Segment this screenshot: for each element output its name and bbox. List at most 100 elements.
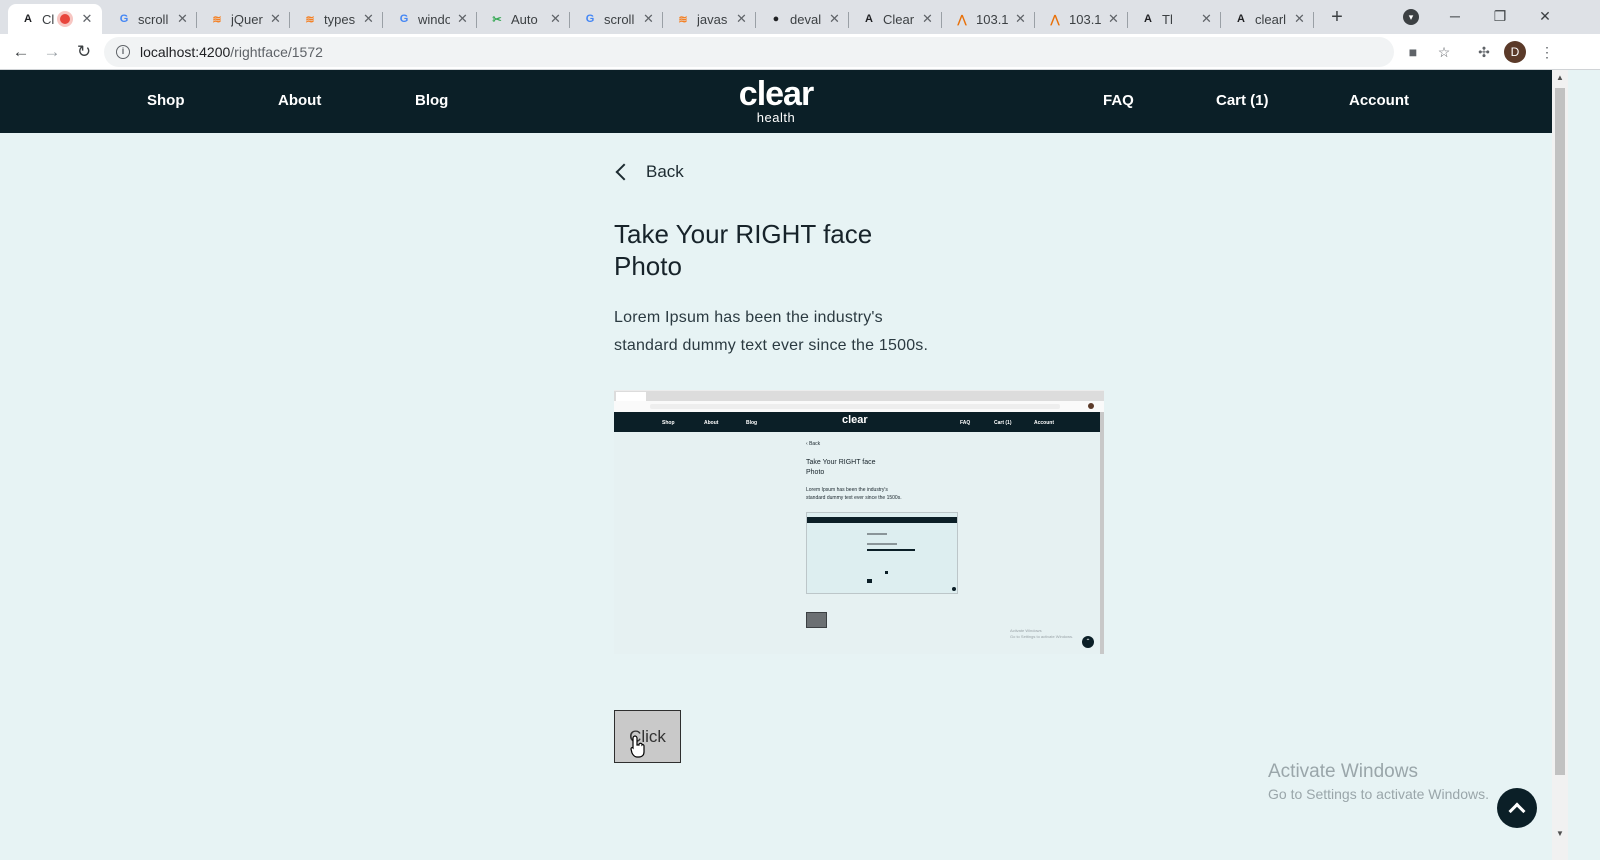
browser-menu-icon[interactable]: ⋮ — [1536, 41, 1558, 63]
browser-tab[interactable]: ⋀ 103.1 ✕ — [942, 4, 1035, 34]
tab-close-icon[interactable]: ✕ — [1107, 11, 1120, 27]
bookmark-star-icon[interactable]: ☆ — [1433, 41, 1455, 63]
browser-tab[interactable]: Gscroll ✕ — [570, 4, 663, 34]
tab-close-icon[interactable]: ✕ — [1200, 11, 1213, 27]
tool-icon: ✂ — [492, 13, 502, 26]
preview-tabs-graphic — [614, 391, 1104, 412]
tab-close-icon[interactable]: ✕ — [549, 11, 562, 27]
scroll-up-arrow-icon[interactable]: ▲ — [1552, 70, 1568, 86]
preview-back: ‹ Back — [806, 441, 821, 447]
tab-title: scroll — [138, 11, 169, 27]
browser-tab[interactable]: ✂ Auto ✕ — [477, 4, 570, 34]
pma-icon: ⋀ — [1050, 13, 1060, 26]
stackoverflow-icon: ≋ — [212, 13, 222, 26]
tab-close-icon[interactable]: ✕ — [269, 11, 282, 27]
tab-title: Tl — [1162, 11, 1173, 27]
preview-nav-account: Account — [1034, 420, 1054, 426]
tab-close-icon[interactable]: ✕ — [176, 11, 189, 27]
tab-close-icon[interactable]: ✕ — [456, 11, 469, 27]
forward-arrow-icon[interactable]: → — [40, 40, 64, 64]
tab-title: Cl — [42, 11, 55, 27]
browser-tab[interactable]: Gwindo ✕ — [384, 4, 477, 34]
new-tab-button[interactable]: + — [1326, 6, 1348, 28]
address-bar[interactable]: i localhost:4200/rightface/1572 — [104, 37, 1394, 67]
tab-title: devall — [790, 11, 822, 27]
site-header: Shop About Blog clear health FAQ Cart (1… — [0, 70, 1552, 133]
angular-icon: A — [24, 13, 32, 25]
back-link[interactable]: Back — [612, 162, 684, 182]
page-description: Lorem Ipsum has been the industry's stan… — [614, 309, 929, 354]
tab-search-icon[interactable]: ▾ — [1403, 9, 1419, 25]
google-icon: G — [119, 13, 129, 25]
logo-wordmark: clear — [738, 75, 814, 113]
tab-close-icon[interactable]: ✕ — [362, 11, 375, 27]
google-icon: G — [399, 13, 409, 25]
angular-icon: A — [1144, 13, 1152, 25]
tab-close-icon[interactable]: ✕ — [1014, 11, 1027, 27]
page-scrollbar[interactable]: ▲ ▼ — [1552, 70, 1568, 860]
scroll-thumb[interactable] — [1555, 88, 1565, 775]
tab-close-icon[interactable]: ✕ — [828, 11, 841, 27]
browser-tab[interactable]: ≋ types ✕ — [290, 4, 383, 34]
tab-separator — [382, 12, 383, 28]
preview-nav-faq: FAQ — [960, 420, 971, 426]
preview-nav-shop: Shop — [662, 420, 675, 426]
tab-close-icon[interactable]: ✕ — [921, 11, 934, 27]
tab-title: windo — [418, 11, 450, 27]
captured-photo-preview: Shop About Blog clear FAQ Cart (1) Accou… — [614, 390, 1104, 654]
profile-avatar[interactable]: D — [1504, 41, 1526, 63]
scroll-to-top-button[interactable] — [1497, 788, 1537, 828]
tab-close-icon[interactable]: ✕ — [80, 11, 94, 27]
browser-tab[interactable]: A Cl ✕ — [8, 4, 102, 34]
scroll-down-arrow-icon[interactable]: ▼ — [1552, 826, 1568, 842]
site-info-icon[interactable]: i — [116, 45, 130, 59]
browser-tab[interactable]: A Tl ✕ — [1128, 4, 1221, 34]
browser-tab[interactable]: ≋ javas ✕ — [663, 4, 756, 34]
windows-activation-watermark: Activate Windows Go to Settings to activ… — [1268, 760, 1489, 804]
nav-about[interactable]: About — [278, 92, 321, 109]
nav-cart[interactable]: Cart (1) — [1216, 92, 1269, 109]
reload-icon[interactable]: ↻ — [72, 40, 96, 64]
preview-nested-screenshot — [806, 512, 958, 594]
pma-icon: ⋀ — [957, 13, 967, 26]
tab-title: 103.1 — [1069, 11, 1101, 27]
nav-blog[interactable]: Blog — [415, 92, 448, 109]
nav-faq[interactable]: FAQ — [1103, 92, 1134, 109]
github-icon: ● — [772, 13, 780, 25]
browser-tab[interactable]: ● devall ✕ — [756, 4, 849, 34]
nav-account[interactable]: Account — [1349, 92, 1409, 109]
camera-icon[interactable]: ■ — [1402, 41, 1424, 63]
activate-title: Activate Windows — [1268, 761, 1418, 782]
minimize-icon[interactable]: ─ — [1440, 4, 1470, 28]
hand-cursor-icon — [630, 735, 645, 758]
tab-close-icon[interactable]: ✕ — [642, 11, 655, 27]
tab-close-icon[interactable]: ✕ — [1293, 11, 1306, 27]
browser-tab[interactable]: Aclearl ✕ — [1221, 4, 1314, 34]
stackoverflow-icon: ≋ — [678, 13, 688, 26]
preview-nav-about: About — [704, 420, 719, 426]
back-arrow-icon[interactable]: ← — [9, 40, 33, 64]
angular-icon: A — [1237, 13, 1245, 25]
click-button[interactable]: Click — [614, 710, 681, 763]
preview-browser-chrome — [614, 390, 1104, 412]
angular-icon: A — [865, 13, 873, 25]
browser-tab[interactable]: ⋀ 103.1 ✕ — [1035, 4, 1128, 34]
browser-tab[interactable]: ≋ jQuer ✕ — [197, 4, 290, 34]
recording-indicator-icon — [60, 14, 70, 24]
site-logo[interactable]: clear health — [718, 76, 834, 124]
restore-icon[interactable]: ❐ — [1485, 4, 1515, 28]
tab-close-icon[interactable]: ✕ — [735, 11, 748, 27]
page-title: Take Your RIGHT face Photo — [614, 219, 873, 281]
browser-tab[interactable]: Gscroll ✕ — [104, 4, 197, 34]
nav-shop[interactable]: Shop — [147, 92, 185, 109]
preview-activate-watermark: Activate Windows Go to Settings to activ… — [1010, 628, 1074, 639]
preview-desc-line1: Lorem Ipsum has been the industry's — [806, 487, 888, 493]
window-close-icon[interactable]: ✕ — [1530, 4, 1560, 28]
browser-toolbar: ← → ↻ i localhost:4200/rightface/1572 ■ … — [0, 34, 1600, 70]
google-icon: G — [585, 13, 595, 25]
tab-title: 103.1 — [976, 11, 1008, 27]
browser-tab[interactable]: A Clearl ✕ — [849, 4, 942, 34]
preview-title-line2: Photo — [806, 469, 825, 476]
preview-nested-content-graphic — [867, 533, 956, 591]
extensions-icon[interactable]: ✣ — [1473, 41, 1495, 63]
